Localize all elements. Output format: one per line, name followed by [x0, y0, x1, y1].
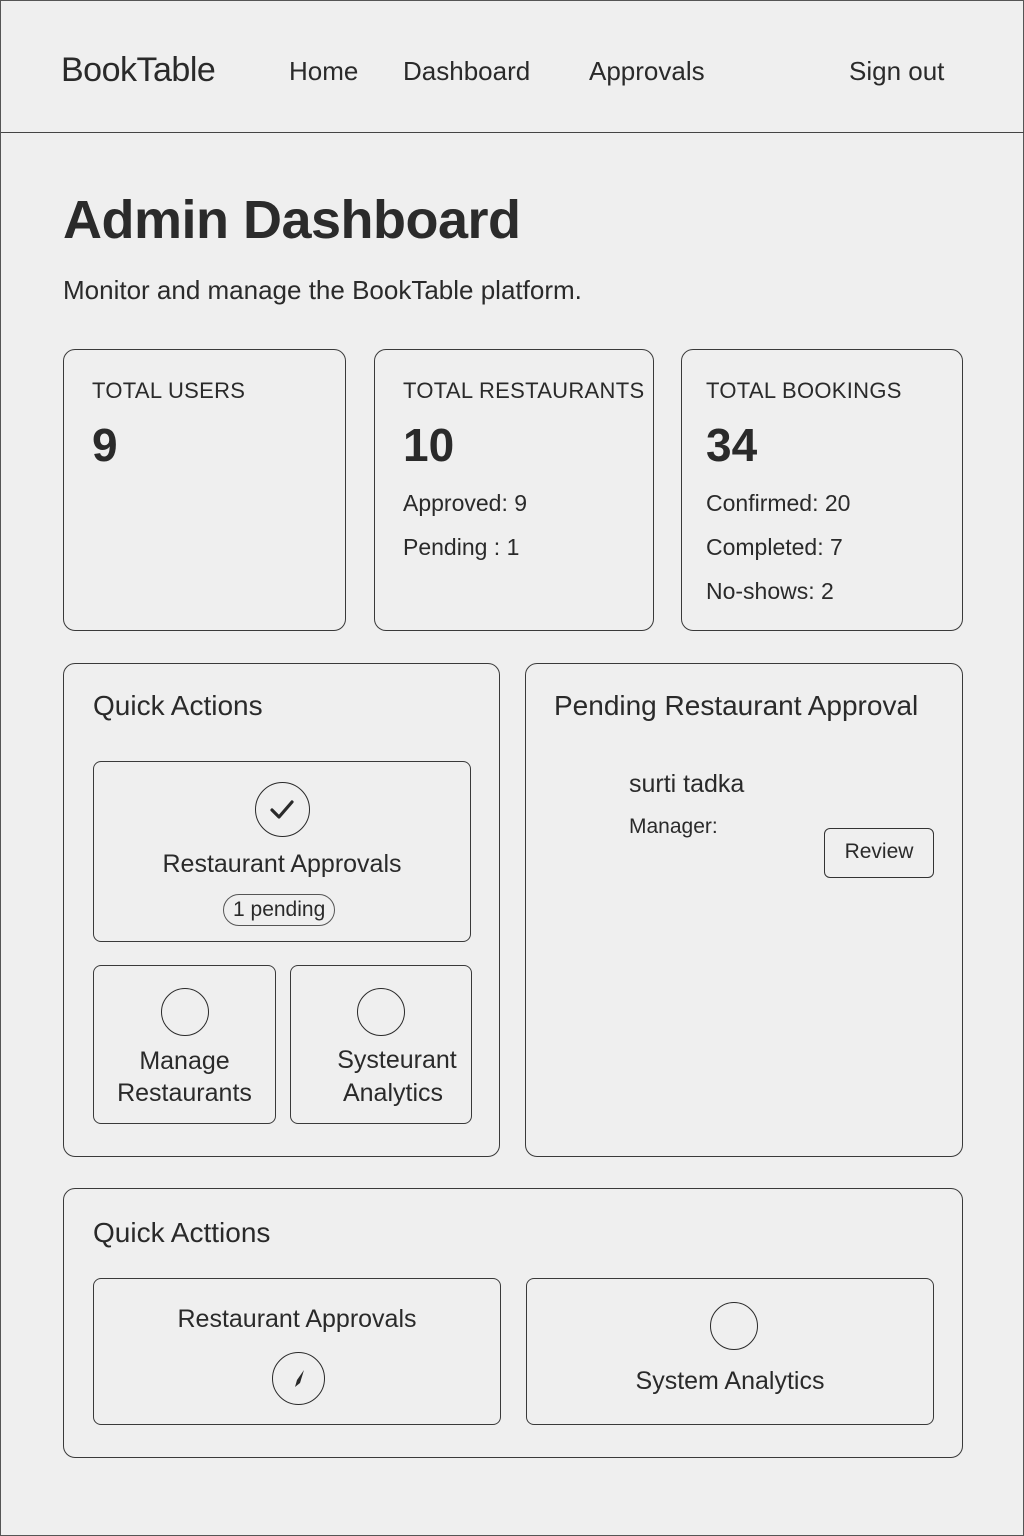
- manage-restaurants-label-line2: Restaurants: [117, 1079, 252, 1107]
- restaurant-approvals-button[interactable]: Restaurant Approvals 1 pending: [93, 761, 471, 942]
- total-restaurants-value: 10: [403, 419, 455, 471]
- bookings-noshows-count: No-shows: 2: [706, 578, 834, 604]
- check-circle-icon: [255, 782, 310, 837]
- bookings-completed-count: Completed: 7: [706, 534, 843, 560]
- nav-approvals-link[interactable]: Approvals: [589, 56, 705, 87]
- page-title: Admin Dashboard: [63, 190, 521, 250]
- restaurants-approved-count: Approved: 9: [403, 490, 528, 516]
- nav-home-link[interactable]: Home: [289, 56, 358, 87]
- bookings-confirmed-count: Confirmed: 20: [706, 490, 851, 516]
- circle-icon: [710, 1302, 758, 1350]
- restaurant-approvals-label: Restaurant Approvals: [162, 850, 402, 878]
- app-frame: BookTable Home Dashboard Approvals Sign …: [0, 0, 1024, 1536]
- restaurant-approvals-secondary-label: Restaurant Approvals: [177, 1305, 417, 1333]
- nav-dashboard-link[interactable]: Dashboard: [403, 56, 530, 87]
- top-navbar: BookTable Home Dashboard Approvals Sign …: [1, 1, 1024, 133]
- quick-actions-panel: Quick Actions Restaurant Approvals 1 pen…: [63, 663, 500, 1157]
- page-subtitle: Monitor and manage the BookTable platfor…: [63, 275, 582, 305]
- total-bookings-label: TOTAL BOOKINGS: [706, 378, 902, 403]
- total-restaurants-label: TOTAL RESTAURANTS: [403, 378, 645, 403]
- total-users-card: TOTAL USERS 9: [63, 349, 346, 631]
- sign-out-link[interactable]: Sign out: [849, 56, 944, 87]
- pending-approval-panel: Pending Restaurant Approval surti tadka …: [525, 663, 963, 1157]
- total-bookings-card: TOTAL BOOKINGS 34 Confirmed: 20 Complete…: [681, 349, 963, 631]
- restaurant-approvals-button-secondary[interactable]: Restaurant Approvals: [93, 1278, 501, 1425]
- pending-count-badge: 1 pending: [223, 894, 336, 926]
- quick-actions-panel-secondary: Quick Acttions Restaurant Approvals Syst…: [63, 1188, 963, 1458]
- circle-icon: [357, 988, 405, 1036]
- systeurant-analytics-label-line2: Analytics: [342, 1079, 444, 1107]
- system-analytics-button[interactable]: System Analytics: [526, 1278, 934, 1425]
- manage-restaurants-label-line1: Manage: [139, 1047, 230, 1075]
- total-users-value: 9: [92, 419, 118, 471]
- brand-logo[interactable]: BookTable: [61, 51, 216, 90]
- restaurants-pending-count: Pending : 1: [403, 534, 520, 560]
- quick-actions-title: Quick Actions: [93, 690, 263, 721]
- total-users-label: TOTAL USERS: [92, 378, 246, 403]
- compass-icon: [272, 1352, 325, 1405]
- manager-label: Manager:: [629, 815, 718, 838]
- total-bookings-value: 34: [706, 419, 758, 471]
- quick-actions-secondary-title: Quick Acttions: [93, 1217, 271, 1248]
- total-restaurants-card: TOTAL RESTAURANTS 10 Approved: 9 Pending…: [374, 349, 654, 631]
- manage-restaurants-button[interactable]: Manage Restaurants: [93, 965, 276, 1124]
- restaurant-name: surti tadka: [629, 770, 745, 798]
- system-analytics-label: System Analytics: [635, 1367, 825, 1395]
- review-button[interactable]: Review: [824, 828, 934, 878]
- systeurant-analytics-label-line1: Systeurant: [337, 1046, 457, 1074]
- systeurant-analytics-button[interactable]: Systeurant Analytics: [290, 965, 472, 1124]
- pending-approval-title: Pending Restaurant Approval: [554, 690, 919, 721]
- circle-icon: [161, 988, 209, 1036]
